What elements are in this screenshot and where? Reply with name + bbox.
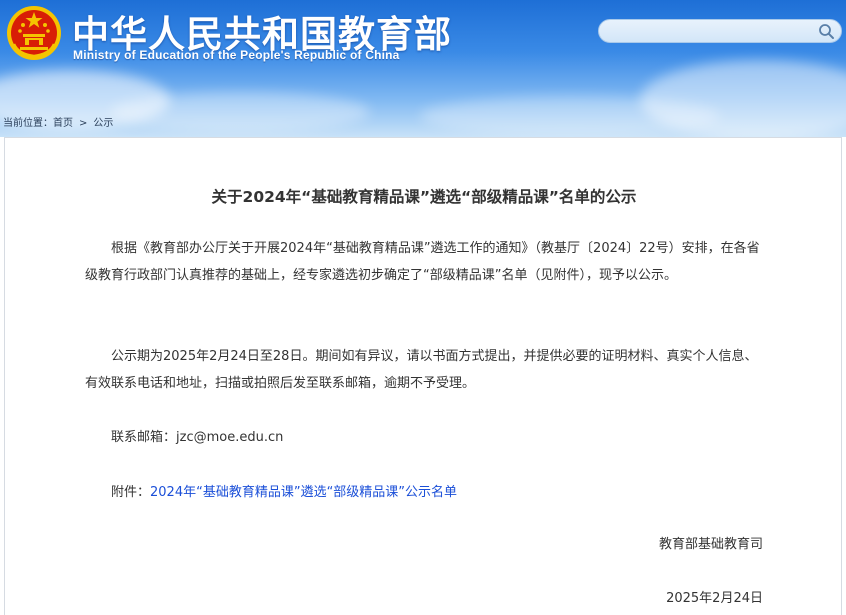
article-paragraph-1: 根据《教育部办公厅关于开展2024年“基础教育精品课”遴选工作的通知》（教基厅〔… xyxy=(85,241,760,283)
signature-department: 教育部基础教育司 xyxy=(658,537,763,552)
breadcrumb-notice-link[interactable]: 公示 xyxy=(93,118,113,129)
article-title: 关于2024年“基础教育精品课”遴选“部级精品课”名单的公示 xyxy=(211,188,637,206)
site-title-english[interactable]: Ministry of Education of the People's Re… xyxy=(73,48,400,62)
article-container: 关于2024年“基础教育精品课”遴选“部级精品课”名单的公示 根据《教育部办公厅… xyxy=(4,137,842,615)
search-icon[interactable] xyxy=(818,23,835,40)
breadcrumb-separator: > xyxy=(79,118,88,129)
contact-label: 联系邮箱： xyxy=(111,430,177,445)
national-emblem-icon[interactable] xyxy=(6,4,62,62)
contact-paragraph: 联系邮箱：jzc@moe.edu.cn xyxy=(85,424,765,451)
attachment-paragraph: 附件：2024年“基础教育精品课”遴选“部级精品课”公示名单 xyxy=(85,479,765,506)
breadcrumb-prefix: 当前位置： xyxy=(3,118,53,129)
breadcrumb: 当前位置：首页 > 公示 xyxy=(3,114,113,129)
attachment-label: 附件： xyxy=(111,485,151,500)
contact-email: jzc@moe.edu.cn xyxy=(176,430,284,445)
header-cloud xyxy=(110,92,370,132)
attachment-link[interactable]: 2024年“基础教育精品课”遴选“部级精品课”公示名单 xyxy=(150,485,457,500)
article-paragraph-2: 公示期为2025年2月24日至28日。期间如有异议，请以书面方式提出，并提供必要… xyxy=(85,349,758,391)
breadcrumb-home-link[interactable]: 首页 xyxy=(53,118,73,129)
search-box xyxy=(598,19,842,43)
header-cloud xyxy=(640,60,846,137)
signature-date: 2025年2月24日 xyxy=(666,591,763,606)
search-input[interactable] xyxy=(611,23,811,39)
site-header: 中华人民共和国教育部 Ministry of Education of the … xyxy=(0,0,846,137)
